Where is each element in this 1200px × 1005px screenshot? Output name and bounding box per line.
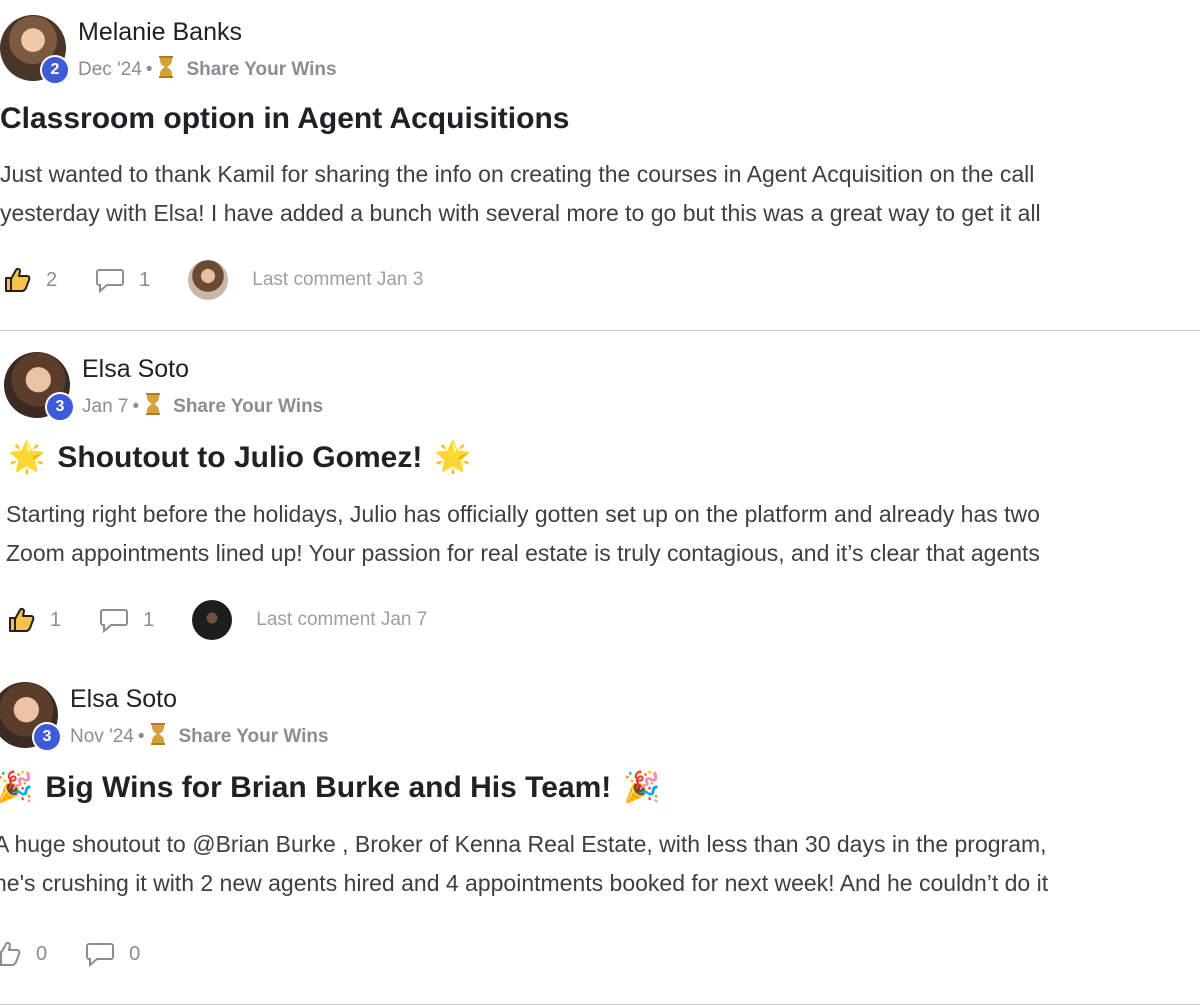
party-popper-icon: 🎉 (623, 771, 661, 804)
trophy-icon (150, 723, 170, 751)
excerpt-line: Just wanted to thank Kamil for sharing t… (0, 161, 1035, 187)
trophy-icon (158, 56, 178, 84)
last-comment-text: Last comment Jan 7 (256, 609, 428, 630)
star-emoji-icon: 🌟 (8, 441, 46, 474)
post-date[interactable]: Jan 7 (82, 396, 128, 418)
post-meta: Nov '24 • Share Your Wins (70, 723, 329, 751)
last-commenter-avatar[interactable] (188, 260, 229, 300)
party-popper-icon: 🎉 (0, 771, 34, 804)
post-excerpt[interactable]: Starting right before the holidays, Juli… (6, 495, 1200, 573)
author-avatar[interactable]: 3 (4, 352, 75, 422)
level-badge: 3 (32, 722, 62, 752)
excerpt-line: A huge shoutout to @Brian Burke , Broker… (0, 831, 1047, 857)
thumbs-up-icon (0, 941, 21, 966)
post-title[interactable]: 🌟 Shoutout to Julio Gomez! 🌟 (8, 440, 472, 475)
post-excerpt[interactable]: Just wanted to thank Kamil for sharing t… (0, 155, 1200, 233)
post-excerpt[interactable]: A huge shoutout to @Brian Burke , Broker… (0, 825, 1200, 903)
last-comment-text: Last comment Jan 3 (252, 269, 424, 290)
post-actions: 1 1 Last comment Jan 7 (8, 600, 427, 640)
category-link[interactable]: Share Your Wins (186, 59, 336, 81)
author-avatar[interactable]: 3 (0, 682, 62, 752)
excerpt-line: yesterday with Elsa! I have added a bunc… (0, 200, 1041, 226)
comment-button[interactable]: 1 (99, 607, 154, 633)
trophy-icon (145, 393, 165, 421)
level-badge: 3 (45, 392, 75, 422)
comment-count: 1 (139, 268, 151, 291)
comment-button[interactable]: 0 (85, 941, 140, 967)
post-card[interactable]: 2 Melanie Banks Dec '24 • Share Your Win… (0, 0, 1200, 331)
author-name[interactable]: Melanie Banks (78, 18, 242, 47)
excerpt-line: Starting right before the holidays, Juli… (6, 501, 1040, 527)
last-commenter-avatar[interactable] (192, 600, 233, 640)
post-title-text: Big Wins for Brian Burke and His Team! (45, 770, 612, 804)
star-emoji-icon: 🌟 (434, 441, 472, 474)
like-button[interactable]: 0 (0, 941, 47, 967)
category-link[interactable]: Share Your Wins (173, 396, 323, 418)
comment-icon (100, 609, 129, 633)
like-count: 0 (36, 942, 48, 965)
excerpt-line: Zoom appointments lined up! Your passion… (6, 540, 1040, 566)
like-button[interactable]: 1 (8, 607, 61, 633)
excerpt-line: he's crushing it with 2 new agents hired… (0, 870, 1049, 896)
meta-separator: • (132, 396, 140, 417)
post-date[interactable]: Nov '24 (70, 726, 134, 748)
post-date[interactable]: Dec '24 (78, 59, 142, 81)
post-title[interactable]: Classroom option in Agent Acquisitions (0, 102, 569, 136)
comment-count: 1 (143, 608, 155, 631)
thumbs-up-icon (9, 607, 35, 632)
author-name[interactable]: Elsa Soto (70, 685, 177, 714)
meta-separator: • (145, 59, 153, 80)
comment-button[interactable]: 1 (95, 267, 150, 293)
thumbs-up-icon (5, 267, 31, 292)
comment-icon (86, 943, 115, 967)
comment-count: 0 (129, 942, 141, 965)
post-meta: Dec '24 • Share Your Wins (78, 56, 337, 84)
post-card[interactable]: 3 Elsa Soto Nov '24 • Share Your Wins 🎉 … (0, 661, 1200, 1005)
post-actions: 2 1 Last comment Jan 3 (4, 260, 423, 300)
level-badge: 2 (40, 55, 70, 85)
like-count: 2 (46, 268, 58, 291)
post-actions: 0 0 (0, 941, 140, 967)
post-card[interactable]: 3 Elsa Soto Jan 7 • Share Your Wins 🌟 Sh… (0, 331, 1200, 661)
author-name[interactable]: Elsa Soto (82, 355, 189, 384)
post-meta: Jan 7 • Share Your Wins (82, 393, 323, 421)
like-count: 1 (50, 608, 62, 631)
author-avatar[interactable]: 2 (0, 15, 70, 85)
category-link[interactable]: Share Your Wins (178, 726, 328, 748)
post-title[interactable]: 🎉 Big Wins for Brian Burke and His Team!… (0, 770, 661, 805)
post-title-text: Shoutout to Julio Gomez! (57, 440, 423, 474)
meta-separator: • (137, 726, 145, 747)
like-button[interactable]: 2 (4, 267, 57, 293)
comment-icon (96, 269, 125, 293)
